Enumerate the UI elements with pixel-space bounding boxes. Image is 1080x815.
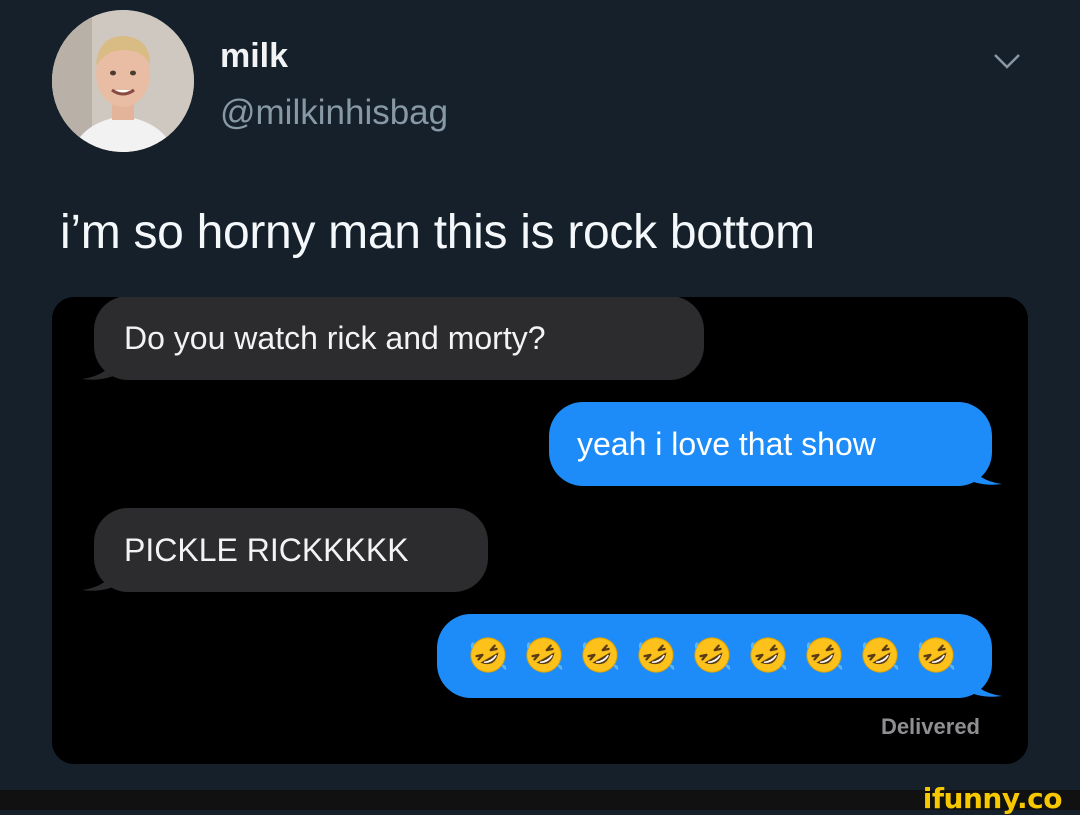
bubble-tail (82, 563, 122, 591)
avatar[interactable] (52, 10, 194, 152)
message-bubble-outgoing: yeah i love that show (549, 402, 992, 486)
rolling-on-floor-laughing-icon (750, 637, 787, 673)
bubble-tail (962, 669, 1002, 697)
tweet-header: milk @milkinhisbag (52, 10, 1042, 160)
rolling-on-floor-laughing-icon (526, 637, 563, 673)
bubble-tail (962, 457, 1002, 485)
chevron-down-icon[interactable] (992, 50, 1022, 72)
user-handle[interactable]: @milkinhisbag (220, 93, 448, 133)
emoji-row (469, 636, 955, 676)
message-bubble-incoming: Do you watch rick and morty? (94, 297, 704, 380)
rolling-on-floor-laughing-icon (862, 637, 899, 673)
rolling-on-floor-laughing-icon (918, 637, 955, 673)
tweet-text: i’m so horny man this is rock bottom (60, 206, 815, 259)
rolling-on-floor-laughing-icon (582, 637, 619, 673)
display-name[interactable]: milk (220, 37, 288, 76)
message-bubble-incoming: PICKLE RICKKKKK (94, 508, 488, 592)
bubble-tail (82, 352, 122, 380)
watermark: ifunny.co (922, 782, 1063, 815)
rolling-on-floor-laughing-icon (694, 637, 731, 673)
message-text: Do you watch rick and morty? (124, 320, 546, 356)
footer-bar (0, 790, 1080, 810)
message-bubble-outgoing (437, 614, 992, 698)
message-text: PICKLE RICKKKKK (124, 532, 409, 568)
rolling-on-floor-laughing-icon (806, 637, 843, 673)
rolling-on-floor-laughing-icon (638, 637, 675, 673)
chat-screenshot: Do you watch rick and morty? yeah i love… (52, 297, 1028, 764)
avatar-photo (52, 10, 194, 152)
rolling-on-floor-laughing-icon (470, 637, 507, 673)
message-text: yeah i love that show (577, 426, 876, 462)
delivery-status: Delivered (880, 714, 980, 739)
